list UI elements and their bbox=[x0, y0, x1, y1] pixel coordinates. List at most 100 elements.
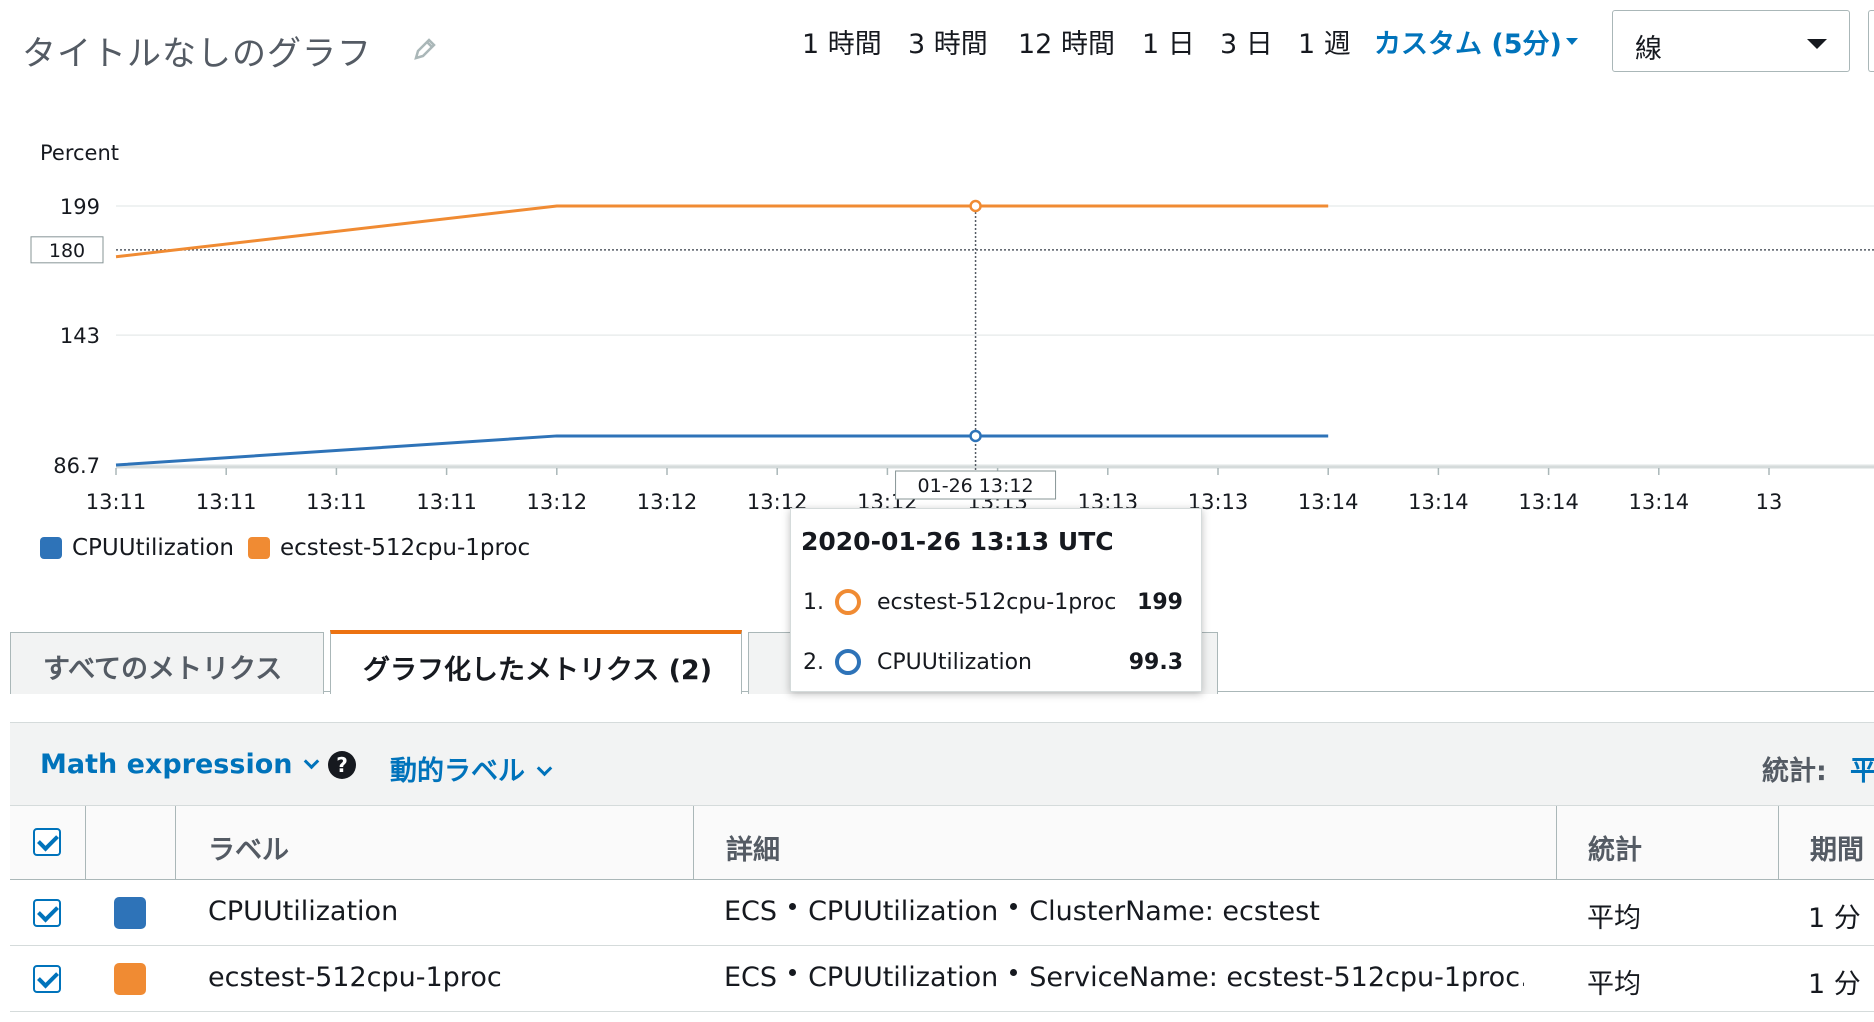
series-line bbox=[115, 434, 1329, 467]
threshold-label: 180 bbox=[49, 240, 85, 262]
x-tick-label: 13:14 bbox=[1629, 490, 1690, 514]
time-range-1d[interactable]: 1 日 bbox=[1142, 22, 1195, 61]
tooltip-row-number: 1. bbox=[803, 589, 824, 615]
tooltip-series-value: 199 bbox=[1137, 589, 1183, 615]
x-tick-label: 13:11 bbox=[196, 490, 257, 514]
metrics-toolbar: Math expression ? 動的ラベル 統計: 平 bbox=[10, 722, 1874, 806]
tooltip-row: 1. ecstest-512cpu-1proc 199 bbox=[803, 589, 1183, 615]
column-header-period[interactable]: 期間 bbox=[1810, 828, 1864, 867]
x-tick-label: 13 bbox=[1756, 490, 1783, 514]
chevron-down-icon bbox=[304, 753, 320, 770]
time-range-3h[interactable]: 3 時間 bbox=[908, 22, 988, 61]
series-color-swatch[interactable] bbox=[114, 963, 146, 995]
separator-dot bbox=[789, 969, 797, 976]
tooltip-title: 2020-01-26 13:13 UTC bbox=[801, 527, 1114, 556]
time-range-1w[interactable]: 1 週 bbox=[1298, 22, 1351, 61]
column-header-label[interactable]: ラベル bbox=[208, 828, 289, 867]
details-namespace: ECS bbox=[724, 962, 778, 993]
column-divider bbox=[1778, 806, 1779, 880]
caret-down-icon[interactable] bbox=[1566, 38, 1578, 45]
table-row[interactable]: ecstest-512cpu-1proc ECS CPUUtilization Se… bbox=[10, 946, 1874, 1012]
column-header-statistic[interactable]: 統計 bbox=[1588, 828, 1642, 867]
legend-label: ecstest-512cpu-1proc bbox=[280, 535, 531, 561]
pencil-icon[interactable] bbox=[412, 36, 438, 62]
tooltip-series-value: 99.3 bbox=[1128, 649, 1183, 675]
series-ring-icon bbox=[835, 589, 861, 615]
statistic-label: 統計: bbox=[1762, 756, 1827, 787]
row-period[interactable]: 1 分 bbox=[1808, 962, 1861, 1001]
details-dimension: ClusterName: ecstest bbox=[1029, 896, 1320, 927]
statistic-value-link[interactable]: 平 bbox=[1850, 749, 1874, 788]
tooltip-series-name: ecstest-512cpu-1proc bbox=[877, 589, 1117, 615]
math-expression-dropdown[interactable]: Math expression bbox=[40, 749, 320, 780]
graph-title: タイトルなしのグラフ bbox=[22, 34, 372, 74]
series-hover-point bbox=[969, 429, 982, 443]
x-tick-label: 13:11 bbox=[306, 490, 367, 514]
y-axis-label: Percent bbox=[40, 141, 119, 165]
legend-swatch bbox=[248, 537, 270, 559]
legend-label: CPUUtilization bbox=[72, 535, 235, 561]
column-divider bbox=[175, 806, 176, 880]
caret-down-icon bbox=[1807, 39, 1827, 49]
x-tick-label: 13:11 bbox=[416, 490, 477, 514]
legend-item-cpuutilization[interactable]: CPUUtilization bbox=[40, 535, 234, 561]
chevron-down-icon bbox=[536, 760, 553, 777]
separator-dot bbox=[789, 903, 797, 910]
tab-graphed-metrics[interactable]: グラフ化したメトリクス (2) bbox=[330, 630, 742, 694]
y-tick-label: 199 bbox=[60, 195, 100, 219]
tab-all-metrics[interactable]: すべてのメトリクス bbox=[10, 632, 324, 694]
series-color-swatch[interactable] bbox=[114, 897, 146, 929]
row-label[interactable]: CPUUtilization bbox=[208, 896, 398, 927]
column-divider bbox=[693, 806, 694, 880]
column-divider bbox=[85, 806, 86, 880]
row-details: ECS CPUUtilization ClusterName: ecstest bbox=[724, 896, 1320, 927]
details-metric: CPUUtilization bbox=[808, 896, 999, 927]
series-ring-icon bbox=[835, 649, 861, 675]
time-range-12h[interactable]: 12 時間 bbox=[1018, 22, 1115, 61]
chart-tooltip: 2020-01-26 13:13 UTC 1. ecstest-512cpu-1… bbox=[790, 508, 1202, 692]
y-tick-label: 86.7 bbox=[53, 454, 100, 478]
metric-line-chart[interactable]: Percent 199 143 86.7 180 13:11 13:11 13:11 13:11… bbox=[0, 120, 1874, 520]
y-tick-label: 143 bbox=[60, 324, 100, 348]
row-statistic[interactable]: 平均 bbox=[1587, 896, 1641, 935]
tooltip-row-number: 2. bbox=[803, 649, 824, 675]
x-tick-label: 13:12 bbox=[637, 490, 698, 514]
details-dimension: ServiceName: ecstest-512cpu-1proc… bbox=[1029, 962, 1524, 993]
separator-dot bbox=[1010, 903, 1018, 910]
help-icon[interactable]: ? bbox=[328, 751, 356, 779]
x-tick-label: 13:14 bbox=[1298, 490, 1359, 514]
chart-type-value: 線 bbox=[1635, 34, 1662, 65]
x-tick-label: 13:12 bbox=[527, 490, 588, 514]
legend-item-ecstest[interactable]: ecstest-512cpu-1proc bbox=[248, 535, 530, 561]
column-header-details[interactable]: 詳細 bbox=[726, 828, 780, 867]
row-statistic[interactable]: 平均 bbox=[1587, 962, 1641, 1001]
details-metric: CPUUtilization bbox=[808, 962, 999, 993]
column-divider bbox=[1556, 806, 1557, 880]
row-label[interactable]: ecstest-512cpu-1proc bbox=[208, 962, 502, 993]
time-range-1h[interactable]: 1 時間 bbox=[802, 22, 882, 61]
row-checkbox[interactable] bbox=[33, 965, 61, 993]
x-tick-label: 13:11 bbox=[86, 490, 147, 514]
x-tick-label: 13:14 bbox=[1518, 490, 1579, 514]
table-row[interactable]: CPUUtilization ECS CPUUtilization ClusterN… bbox=[10, 880, 1874, 946]
row-details: ECS CPUUtilization ServiceName: ecstest-51… bbox=[724, 962, 1524, 993]
math-expression-label: Math expression bbox=[40, 749, 293, 780]
x-tick-label: 13:14 bbox=[1408, 490, 1469, 514]
table-header: ラベル 詳細 統計 期間 bbox=[10, 806, 1874, 880]
cursor-label: 01-26 13:12 bbox=[918, 475, 1034, 497]
chart-type-select[interactable]: 線 bbox=[1612, 10, 1850, 72]
toolbar-button-edge[interactable] bbox=[1868, 10, 1874, 72]
details-namespace: ECS bbox=[724, 896, 778, 927]
legend-swatch bbox=[40, 537, 62, 559]
row-checkbox[interactable] bbox=[33, 899, 61, 927]
row-period[interactable]: 1 分 bbox=[1808, 896, 1861, 935]
time-range-3d[interactable]: 3 日 bbox=[1220, 22, 1273, 61]
select-all-checkbox[interactable] bbox=[33, 828, 61, 856]
tooltip-series-name: CPUUtilization bbox=[877, 649, 1032, 675]
series-hover-point bbox=[969, 199, 982, 213]
time-range-custom[interactable]: カスタム (5分) bbox=[1374, 22, 1562, 61]
dynamic-label-label: 動的ラベル bbox=[390, 756, 525, 787]
separator-dot bbox=[1010, 969, 1018, 976]
tooltip-row: 2. CPUUtilization 99.3 bbox=[803, 649, 1183, 675]
dynamic-label-dropdown[interactable]: 動的ラベル bbox=[390, 749, 553, 788]
